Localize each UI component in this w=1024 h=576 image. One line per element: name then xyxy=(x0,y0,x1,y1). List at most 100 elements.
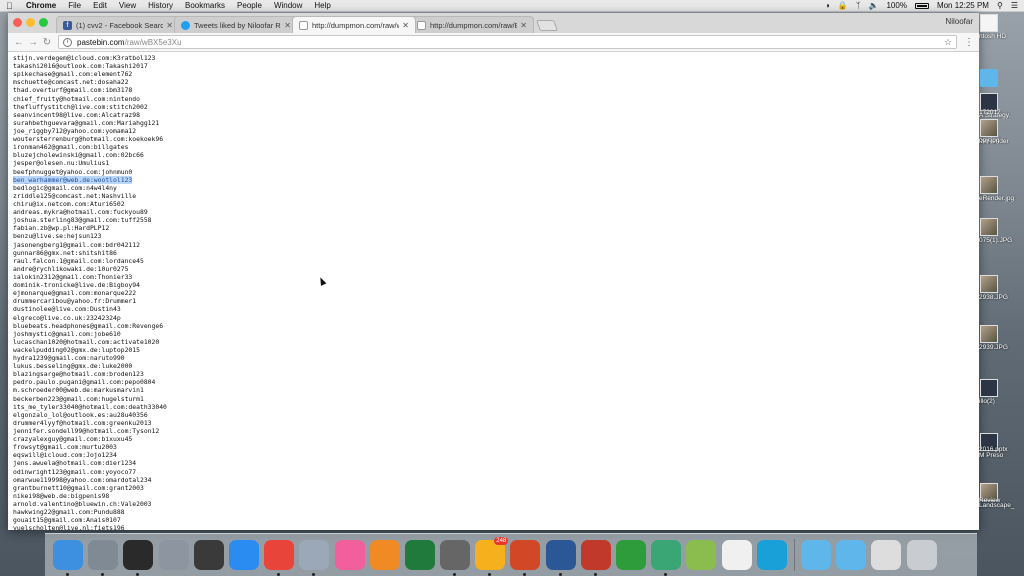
forward-arrow-icon[interactable]: → xyxy=(26,33,40,52)
text-line: hawkwing22@gmail.com:Pundu888 xyxy=(13,508,979,516)
battery-icon[interactable] xyxy=(914,2,929,9)
calculator-icon[interactable] xyxy=(440,540,471,576)
excel-icon[interactable] xyxy=(404,540,435,570)
chrome-menu-icon[interactable]: ⋮ xyxy=(963,33,975,52)
text-line-content: jasonengberg1@gmail.com:bdr042112 xyxy=(13,240,140,249)
desktop-icon[interactable]: eRender.jpg xyxy=(979,176,1024,202)
tab-dumpmon-active[interactable]: http://dumpmon.com/raw/wBX ✕ xyxy=(292,16,416,33)
itunes-icon[interactable] xyxy=(334,540,365,570)
text-line: elgreco@live.co.uk:23242324p xyxy=(13,314,979,322)
bookmark-star-icon[interactable]: ☆ xyxy=(944,37,952,48)
desktop-icon[interactable]: 2938.JPG xyxy=(979,275,1024,301)
safari-icon[interactable] xyxy=(228,540,259,570)
tab-dumpmon-2[interactable]: http://dumpmon.com/raw/B2a ✕ xyxy=(410,16,534,33)
ibooks-icon[interactable] xyxy=(369,540,400,570)
powerpoint-icon[interactable] xyxy=(510,540,541,576)
info-icon[interactable]: i xyxy=(63,37,72,47)
desktop-icon[interactable]: 2939.JPG xyxy=(979,325,1024,351)
text-line: jasonengberg1@gmail.com:bdr042112 xyxy=(13,241,979,249)
desktop-icon[interactable]: 172017 xyxy=(979,108,1024,116)
address-bar[interactable]: i pastebin.com/raw/wBX5e3Xu ☆ xyxy=(58,35,957,49)
system-preferences-icon[interactable] xyxy=(88,540,119,576)
file-thumbnail-icon xyxy=(980,275,998,293)
remote-desktop-icon[interactable] xyxy=(580,540,611,576)
menu-app-name[interactable]: Chrome xyxy=(26,0,56,12)
close-tab-icon[interactable]: ✕ xyxy=(402,21,409,30)
fullscreen-window-button[interactable] xyxy=(39,18,48,27)
text-line: drummer4lyyf@hotmail.com:greenku2013 xyxy=(13,419,979,427)
photos-icon[interactable] xyxy=(721,540,752,570)
text-line: surahbethguevara@gmail.com:Mariahgg121 xyxy=(13,119,979,127)
desktop-icon[interactable]: 2016.pptx xyxy=(979,445,1024,453)
menu-people[interactable]: People xyxy=(237,0,262,12)
launchpad-icon[interactable] xyxy=(158,540,189,570)
text-line-content: drummercaribou@yahoo.fr:Drummer1 xyxy=(13,297,137,306)
reload-icon[interactable]: ↻ xyxy=(40,33,54,52)
mail-icon[interactable]: 248 xyxy=(475,537,509,576)
notification-center-icon[interactable]: ☰ xyxy=(1011,0,1018,12)
menu-window[interactable]: Window xyxy=(274,0,302,12)
downloads-folder-icon[interactable] xyxy=(836,540,867,570)
close-tab-icon[interactable]: ✕ xyxy=(284,21,291,30)
desktop-icon[interactable]: illo(2) xyxy=(979,379,1024,405)
finder-icon[interactable] xyxy=(53,540,83,576)
new-tab-button[interactable] xyxy=(535,20,559,31)
desktop-icon-label: 2938.JPG xyxy=(979,294,1008,301)
trash-icon[interactable] xyxy=(906,540,937,570)
desktop-icon[interactable]: Review xyxy=(979,496,1024,504)
photo-booth-icon[interactable] xyxy=(193,540,224,570)
tab-twitter[interactable]: Tweets liked by Niloofar Razi ✕ xyxy=(174,16,298,33)
text-line-content: ben_warhammer@web.de:wootlol123 xyxy=(13,175,133,184)
preview-icon[interactable] xyxy=(299,540,330,576)
text-line-content: wackelpudding02@gmx.de:luptop2015 xyxy=(13,345,140,354)
desktop-icon[interactable] xyxy=(979,69,1024,87)
minimize-window-button[interactable] xyxy=(26,18,35,27)
drive-icon[interactable] xyxy=(871,540,902,570)
menu-clock[interactable]: Mon 12:25 PM xyxy=(937,0,989,12)
tab-title: http://dumpmon.com/raw/wBX xyxy=(312,20,399,30)
network-icon[interactable] xyxy=(651,540,682,576)
tab-title: (1) cvv2 - Facebook Search xyxy=(76,20,164,30)
wifi-icon[interactable]: ◑ xyxy=(825,0,830,12)
desktop-icon[interactable]: opy.jpg xyxy=(979,136,1024,144)
text-line: stijn.verdegem@icloud.com:K3ratbol123 xyxy=(13,54,979,62)
text-line-content: elgonzalo_lol@outlook.es:au28u40356 xyxy=(13,410,148,419)
desktop-icon-label: ntosh HD xyxy=(979,33,1007,40)
text-line-content: andreas.mykra@hotmail.com:fuckyou89 xyxy=(13,208,148,217)
profile-name[interactable]: Niloofar xyxy=(945,17,973,26)
text-line: andreas.mykra@hotmail.com:fuckyou89 xyxy=(13,208,979,216)
tab-facebook[interactable]: f (1) cvv2 - Facebook Search ✕ xyxy=(56,16,180,33)
folder-icon[interactable] xyxy=(800,540,831,570)
text-line-content: jesper@olesen.nu:Umulius1 xyxy=(13,159,110,168)
close-window-button[interactable] xyxy=(13,18,22,27)
numbers-icon[interactable] xyxy=(616,540,646,570)
text-line: pedro.paulo.pugani@gmail.com:pepo0804 xyxy=(13,378,979,386)
menu-help[interactable]: Help xyxy=(314,0,330,12)
bluetooth-icon[interactable]: ᛉ xyxy=(856,0,861,12)
lock-icon[interactable]: 🔒 xyxy=(838,0,848,12)
close-tab-icon[interactable]: ✕ xyxy=(166,21,173,30)
menu-edit[interactable]: Edit xyxy=(93,0,107,12)
twitter-icon xyxy=(181,20,190,30)
menu-history[interactable]: History xyxy=(148,0,173,12)
volume-icon[interactable]: 🔈 xyxy=(869,0,879,12)
back-arrow-icon[interactable]: ← xyxy=(12,33,26,52)
menu-file[interactable]: File xyxy=(68,0,81,12)
url-path: /raw/wBX5e3Xu xyxy=(124,37,182,47)
lync-icon[interactable] xyxy=(756,540,787,570)
close-tab-icon[interactable]: ✕ xyxy=(520,21,527,30)
window-controls xyxy=(13,18,52,27)
desktop-icon[interactable]: ntosh HD xyxy=(979,14,1024,40)
desktop-icon[interactable]: 075(1).JPG xyxy=(979,218,1024,244)
text-line: chiru@ix.netcom.com:Aturi6502 xyxy=(13,200,979,208)
menu-view[interactable]: View xyxy=(119,0,136,12)
battery-percent[interactable]: 100% xyxy=(886,0,906,12)
preview-alt-icon[interactable] xyxy=(686,540,717,570)
dashboard-icon[interactable] xyxy=(123,540,154,576)
search-icon[interactable]: ⚲ xyxy=(997,0,1003,12)
apple-menu-icon[interactable]:  xyxy=(6,0,16,12)
chrome-icon[interactable] xyxy=(264,540,295,576)
word-icon[interactable] xyxy=(545,540,576,576)
url-host: pastebin.com xyxy=(77,37,125,47)
menu-bookmarks[interactable]: Bookmarks xyxy=(185,0,225,12)
